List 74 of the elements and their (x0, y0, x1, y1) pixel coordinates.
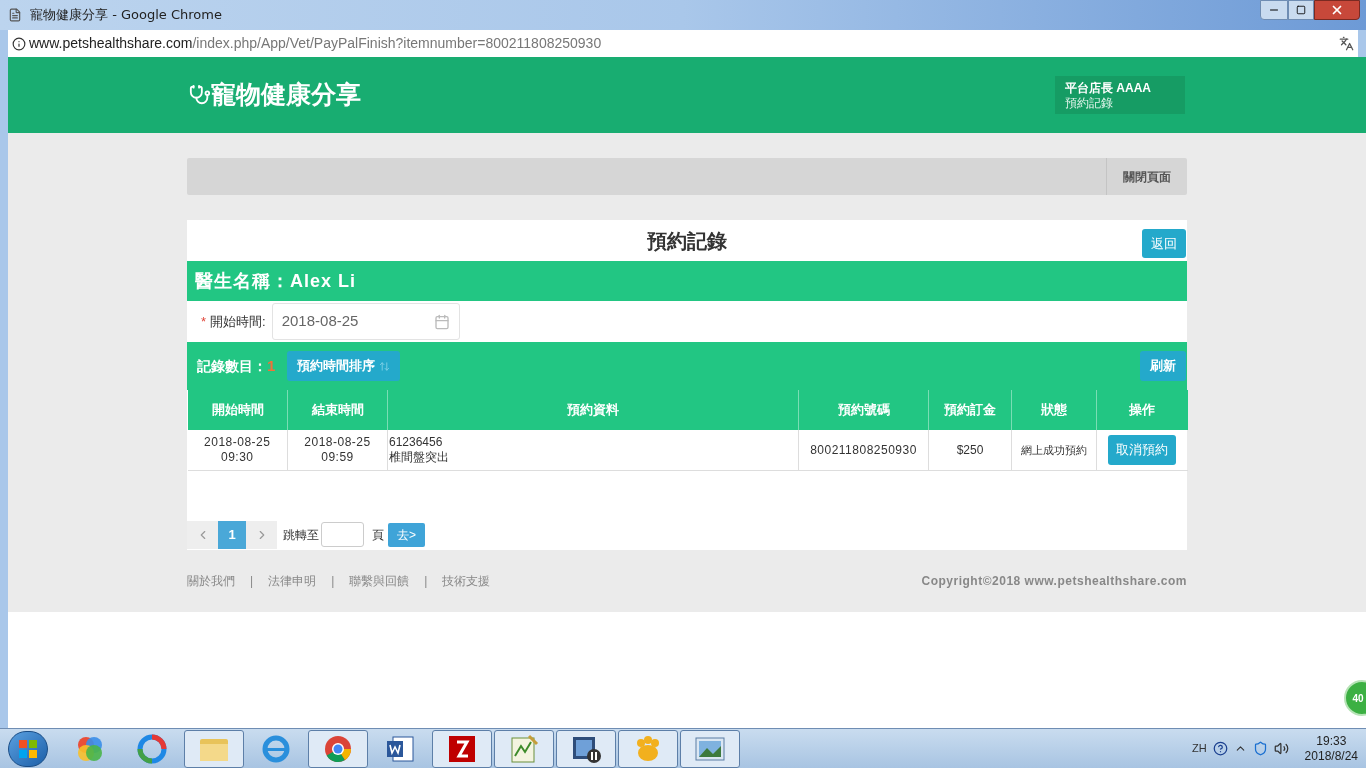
url-domain: www.petshealthshare.com (29, 34, 193, 53)
footer-link[interactable]: 關於我們 (187, 571, 235, 590)
taskbar-app-button[interactable] (556, 729, 616, 768)
back-button[interactable]: 返回 (1142, 229, 1186, 258)
column-header: 預約資料 (387, 390, 799, 430)
footer-link[interactable]: 法律申明 (268, 571, 317, 590)
footer-separator: | (250, 572, 254, 590)
site-logo[interactable]: 寵物健康分享 (211, 76, 361, 114)
page-button[interactable]: 1 (218, 520, 246, 549)
sort-icon (379, 360, 391, 372)
user-name: 平台店長 AAAA (1065, 79, 1152, 96)
translate-icon[interactable] (1339, 36, 1354, 51)
maximize-button[interactable] (1288, 0, 1314, 20)
footer-link[interactable]: 技術支援 (442, 571, 491, 590)
url-path: /index.php/App/Vet/PayPalFinish?itemnumber=800211808250930 (192, 34, 602, 53)
close-icon (1330, 3, 1344, 17)
footer-separator: | (331, 572, 335, 590)
jump-label: 跳轉至 (283, 526, 319, 544)
cancel-booking-button[interactable]: 取消預約 (1108, 434, 1177, 465)
table-cell: 2018-08-25 09:59 (287, 430, 388, 470)
stethoscope-icon (189, 84, 211, 106)
footer-separator: | (424, 572, 428, 590)
table-cell: $250 (928, 430, 1012, 470)
column-header: 預約訂金 (928, 390, 1012, 430)
column-header: 預約號碼 (798, 390, 929, 430)
maximize-icon (1296, 5, 1306, 15)
close-button[interactable] (1314, 0, 1360, 20)
column-header: 狀態 (1011, 390, 1097, 430)
address-bar[interactable]: www.petshealthshare.com/index.php/App/Vet/PayPalFinish?itemnumber=800211808250930 (0, 30, 1366, 57)
footer-link[interactable]: 聯繫與回饋 (349, 571, 410, 590)
table-cell: 61236456 椎間盤突出 (387, 430, 799, 470)
go-button[interactable]: 去> (388, 522, 425, 547)
minimize-button[interactable] (1260, 0, 1288, 20)
info-icon (12, 36, 26, 51)
taskbar-app-button[interactable] (432, 729, 492, 768)
column-header: 開始時間 (187, 390, 288, 430)
user-link[interactable]: 預約記錄 (1065, 95, 1175, 111)
record-count-label: 記錄數目： (197, 356, 267, 376)
close-page-button[interactable]: 關閉頁面 (1106, 158, 1187, 195)
date-field[interactable]: 2018-08-25 (271, 303, 460, 340)
speaker-icon[interactable] (1273, 741, 1289, 756)
start-button[interactable] (8, 730, 48, 767)
start-time-label: 開始時間: (210, 312, 266, 331)
page-icon (8, 8, 22, 22)
windows-logo-icon (19, 739, 37, 758)
column-header: 操作 (1096, 390, 1188, 430)
window-title: 寵物健康分享 - Google Chrome (30, 6, 222, 25)
language-indicator[interactable]: ZH (1191, 740, 1207, 757)
shield-icon[interactable] (1252, 741, 1268, 756)
page-input[interactable] (321, 522, 364, 547)
landscape-picture-icon (695, 735, 725, 762)
panel-title: 預約記錄 (647, 228, 727, 254)
required-mark: * (201, 312, 207, 331)
filezilla-icon (447, 733, 477, 764)
browser-e-icon (261, 733, 291, 764)
vet-name: 醫生名稱：Alex Li (195, 269, 357, 293)
refresh-button[interactable]: 刷新 (1140, 351, 1186, 381)
table-cell: 2018-08-25 09:30 (187, 430, 288, 470)
page-suffix: 頁 (372, 526, 384, 544)
swirl-icon (137, 733, 167, 764)
notepad-icon (509, 733, 539, 764)
date-value: 2018-08-25 (281, 311, 359, 332)
record-count: 1 (267, 355, 276, 376)
help-icon[interactable] (1212, 741, 1228, 756)
chrome-icon (323, 733, 353, 764)
sort-button[interactable]: 預約時間排序 (287, 351, 401, 381)
column-header: 結束時間 (287, 390, 388, 430)
clock-time[interactable]: 19:33 (1316, 733, 1347, 749)
table-cell: 800211808250930 (798, 430, 929, 470)
calendar-icon[interactable] (433, 313, 450, 330)
clock-date[interactable]: 2018/8/24 (1304, 748, 1358, 764)
document-w-icon (385, 733, 415, 764)
table-cell: 網上成功預約 (1011, 430, 1097, 470)
copyright-text: Copyright©2018 www.petshealthshare.com (921, 572, 1187, 590)
